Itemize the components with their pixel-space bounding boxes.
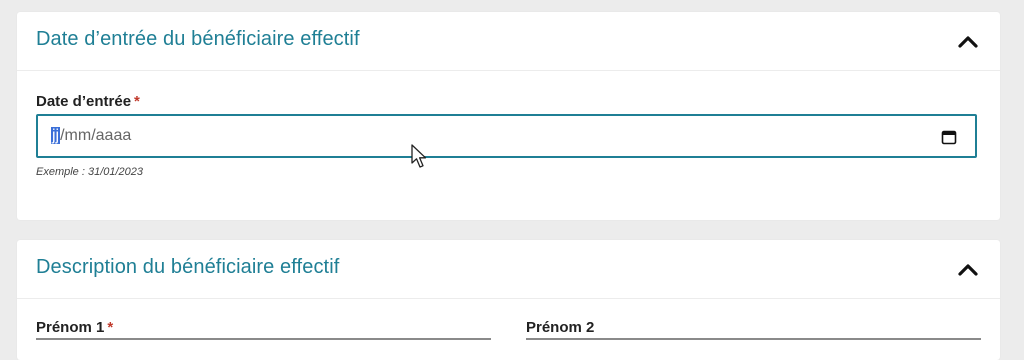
section-description: Description du bénéficiaire effectif Pré…: [17, 240, 1000, 360]
date-entree-label: Date d’entrée *: [36, 93, 140, 110]
section-header[interactable]: Description du bénéficiaire effectif: [17, 240, 1000, 299]
date-input-value: jj/mm/aaaa: [51, 127, 131, 145]
section-title: Description du bénéficiaire effectif: [36, 256, 340, 278]
section-header[interactable]: Date d’entrée du bénéficiaire effectif: [17, 12, 1000, 71]
required-asterisk: *: [134, 93, 140, 110]
chevron-up-icon[interactable]: [956, 34, 980, 50]
section-title: Date d’entrée du bénéficiaire effectif: [36, 28, 360, 50]
date-entree-label-text: Date d’entrée: [36, 93, 132, 110]
chevron-up-icon[interactable]: [956, 262, 980, 278]
day-segment[interactable]: jj: [51, 127, 61, 144]
section-date-entree: Date d’entrée du bénéficiaire effectif D…: [17, 12, 1000, 220]
month-year-segments[interactable]: /mm/aaaa: [60, 127, 131, 144]
date-entree-input[interactable]: jj/mm/aaaa: [36, 114, 977, 158]
prenom2-label: Prénom 2: [526, 319, 595, 336]
required-asterisk: *: [107, 319, 114, 336]
date-hint: Exemple : 31/01/2023: [36, 166, 144, 178]
prenom1-label: Prénom 1 *: [36, 319, 113, 336]
prenom1-label-text: Prénom 1: [36, 319, 105, 336]
calendar-icon[interactable]: [941, 129, 957, 145]
